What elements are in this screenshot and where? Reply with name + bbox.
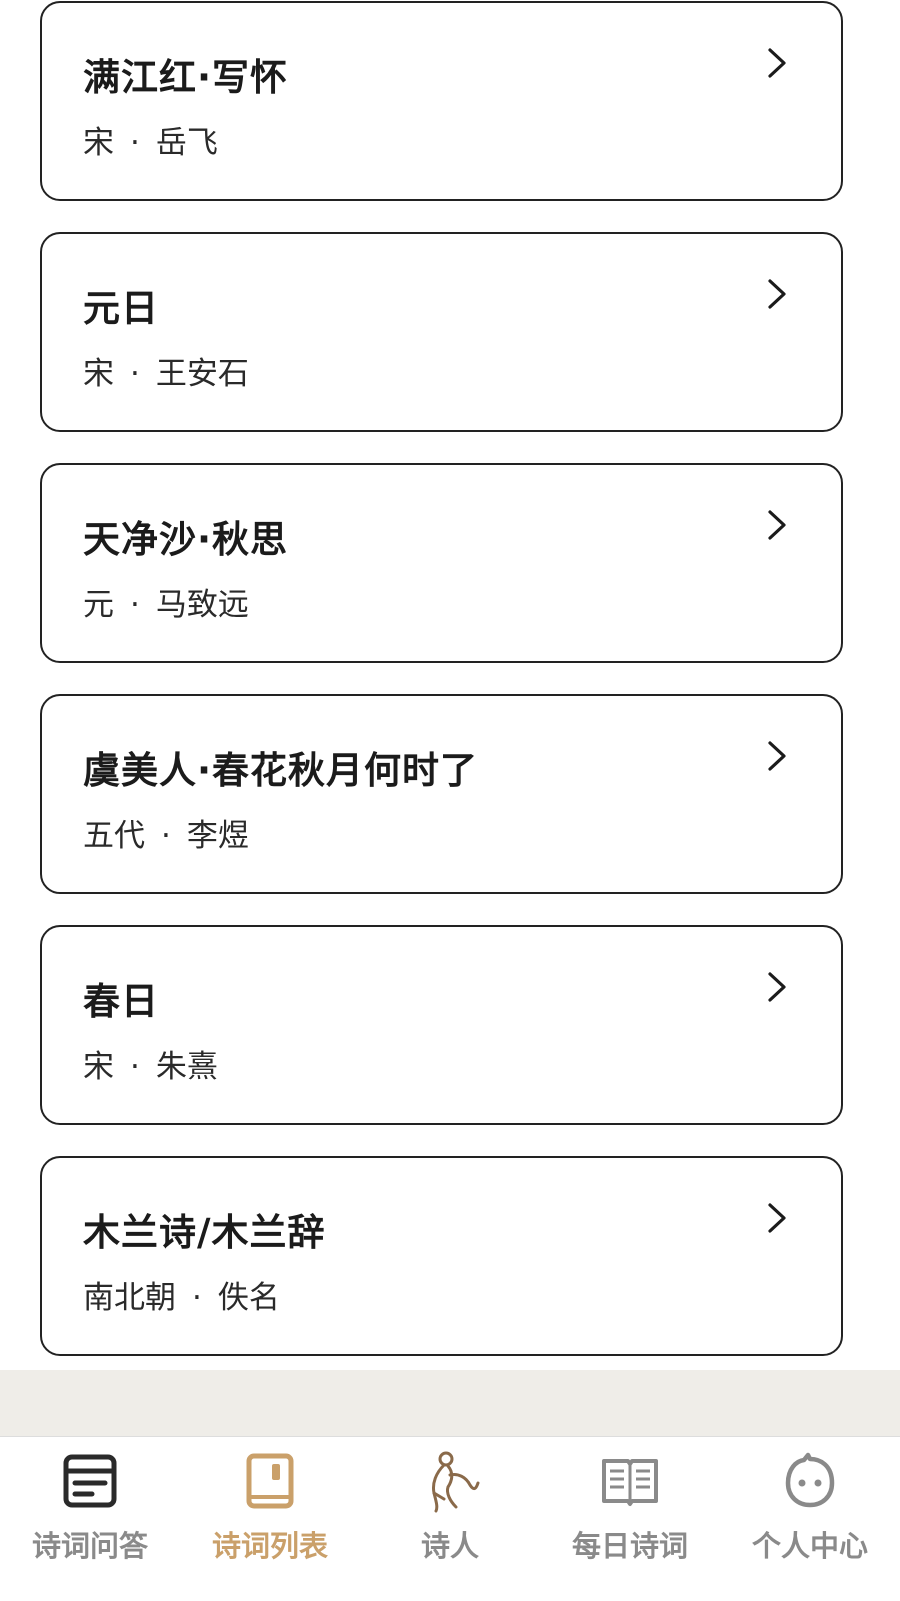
meta-separator: · <box>130 1049 140 1085</box>
poem-dynasty: 宋 <box>83 125 114 161</box>
poem-meta: 宋 · 岳飞 <box>83 117 218 162</box>
poem-card[interactable]: 满江红·写怀 宋 · 岳飞 <box>40 1 843 201</box>
poem-author: 佚名 <box>217 1280 280 1316</box>
poem-card[interactable]: 春日 宋 · 朱熹 <box>40 925 843 1125</box>
tab-poetry-qa[interactable]: 诗词问答 <box>0 1437 180 1601</box>
meta-separator: · <box>192 1280 202 1316</box>
poem-title: 木兰诗/木兰辞 <box>83 1211 326 1254</box>
tab-label: 诗人 <box>420 1529 479 1563</box>
poem-dynasty: 宋 <box>83 356 114 392</box>
tab-daily-poem[interactable]: 每日诗词 <box>540 1437 720 1601</box>
poem-author: 李煜 <box>186 818 249 854</box>
poem-title: 春日 <box>83 980 159 1023</box>
meta-separator: · <box>130 587 140 623</box>
chevron-right-icon <box>765 47 789 79</box>
poem-author: 岳飞 <box>155 125 218 161</box>
poem-list: 满江红·写怀 宋 · 岳飞 元日 宋 · 王安石 天净沙·秋思 元 · 马致远 虞美人·春花… <box>40 0 843 1387</box>
tab-profile[interactable]: 个人中心 <box>720 1437 900 1601</box>
chevron-right-icon <box>765 1202 789 1234</box>
open-book-icon <box>598 1449 662 1513</box>
chevron-right-icon <box>765 278 789 310</box>
poem-title: 天净沙·秋思 <box>83 518 289 561</box>
book-icon <box>238 1449 302 1513</box>
poem-author: 马致远 <box>155 587 249 623</box>
meta-separator: · <box>130 356 140 392</box>
poem-card[interactable]: 虞美人·春花秋月何时了 五代 · 李煜 <box>40 694 843 894</box>
poem-title: 满江红·写怀 <box>83 56 289 99</box>
tab-label: 每日诗词 <box>571 1529 688 1563</box>
poem-author: 朱熹 <box>155 1049 218 1085</box>
tab-poetry-list[interactable]: 诗词列表 <box>180 1437 360 1601</box>
poem-card[interactable]: 元日 宋 · 王安石 <box>40 232 843 432</box>
poem-card[interactable]: 天净沙·秋思 元 · 马致远 <box>40 463 843 663</box>
chevron-right-icon <box>765 740 789 772</box>
poem-dynasty: 五代 <box>83 818 145 854</box>
chevron-right-icon <box>765 971 789 1003</box>
poem-title: 元日 <box>83 287 159 330</box>
poem-card[interactable]: 木兰诗/木兰辞 南北朝 · 佚名 <box>40 1156 843 1356</box>
poem-author: 王安石 <box>155 356 249 392</box>
poem-dynasty: 南北朝 <box>83 1280 176 1316</box>
qa-card-icon <box>58 1449 122 1513</box>
tab-label: 诗词列表 <box>211 1529 328 1563</box>
tab-label: 个人中心 <box>751 1529 868 1563</box>
chevron-right-icon <box>765 509 789 541</box>
tab-poets[interactable]: 诗人 <box>360 1437 540 1601</box>
poem-meta: 南北朝 · 佚名 <box>83 1272 280 1317</box>
meta-separator: · <box>161 818 171 854</box>
poem-dynasty: 元 <box>83 587 114 623</box>
list-footer-strip <box>0 1370 900 1436</box>
poem-meta: 宋 · 朱熹 <box>83 1041 218 1086</box>
bottom-tab-bar: 诗词问答 诗词列表 诗人 每日诗词 个人中心 <box>0 1436 900 1601</box>
poem-meta: 五代 · 李煜 <box>83 810 249 855</box>
meta-separator: · <box>130 125 140 161</box>
poem-meta: 宋 · 王安石 <box>83 348 249 393</box>
poet-figure-icon <box>418 1449 482 1513</box>
tab-label: 诗词问答 <box>31 1529 148 1563</box>
poem-dynasty: 宋 <box>83 1049 114 1085</box>
face-icon <box>778 1449 842 1513</box>
poem-meta: 元 · 马致远 <box>83 579 249 624</box>
poem-title: 虞美人·春花秋月何时了 <box>83 749 479 792</box>
